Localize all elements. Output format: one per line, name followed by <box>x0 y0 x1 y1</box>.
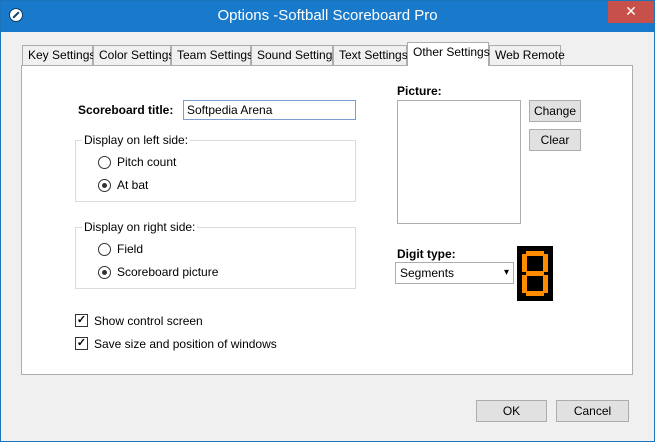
picture-label: Picture: <box>397 84 442 98</box>
window-title: Options -Softball Scoreboard Pro <box>217 7 438 24</box>
field-label[interactable]: Field <box>117 242 143 256</box>
right-side-group-label: Display on right side: <box>82 220 198 234</box>
picture-preview <box>397 100 521 224</box>
pitch-count-label[interactable]: Pitch count <box>117 155 176 169</box>
change-picture-button[interactable]: Change <box>529 100 581 122</box>
scoreboard-picture-radio[interactable] <box>98 266 111 279</box>
save-window-position-checkbox[interactable]: ✓ <box>75 337 88 350</box>
ok-button[interactable]: OK <box>476 400 547 422</box>
segment-top <box>526 251 544 256</box>
at-bat-radio[interactable] <box>98 179 111 192</box>
at-bat-label[interactable]: At bat <box>117 178 148 192</box>
tab-key-settings[interactable]: Key Settings <box>22 45 95 65</box>
tab-text-settings[interactable]: Text Settings <box>333 45 408 65</box>
clear-picture-button[interactable]: Clear <box>529 129 581 151</box>
left-side-group: Display on left side: Pitch count At bat <box>75 133 356 202</box>
field-radio[interactable] <box>98 243 111 256</box>
scoreboard-title-input[interactable] <box>187 103 352 117</box>
pitch-count-radio[interactable] <box>98 156 111 169</box>
save-window-position-label[interactable]: Save size and position of windows <box>94 337 277 351</box>
digit-type-select[interactable]: Segments ▾ <box>395 262 514 284</box>
scoreboard-picture-label[interactable]: Scoreboard picture <box>117 265 218 279</box>
digit-type-label: Digit type: <box>397 247 456 261</box>
options-window: Options -Softball Scoreboard Pro ✕ Key S… <box>0 0 655 442</box>
tab-color-settings[interactable]: Color Settings <box>93 45 174 65</box>
tab-team-settings[interactable]: Team Settings <box>171 45 253 65</box>
scoreboard-title-label: Scoreboard title: <box>78 103 174 117</box>
cancel-button[interactable]: Cancel <box>556 400 629 422</box>
segment-top-left <box>522 254 527 272</box>
title-bar: Options -Softball Scoreboard Pro ✕ <box>1 1 654 32</box>
show-control-screen-label[interactable]: Show control screen <box>94 314 203 328</box>
close-button[interactable]: ✕ <box>608 1 654 23</box>
show-control-screen-checkbox[interactable]: ✓ <box>75 314 88 327</box>
digit-type-value: Segments <box>400 266 455 280</box>
scoreboard-title-field[interactable] <box>183 100 356 120</box>
other-settings-panel: Scoreboard title: Display on left side: … <box>21 65 633 375</box>
chevron-down-icon: ▾ <box>503 267 509 278</box>
segment-bottom <box>526 291 544 296</box>
seven-segment-digit-preview <box>517 246 553 301</box>
segment-middle <box>526 271 544 276</box>
tab-other-settings[interactable]: Other Settings <box>407 42 490 66</box>
right-side-group: Display on right side: Field Scoreboard … <box>75 220 356 289</box>
left-side-group-label: Display on left side: <box>82 133 191 147</box>
segment-top-right <box>543 254 548 272</box>
tab-sound-settings[interactable]: Sound Settings <box>251 45 338 65</box>
tab-web-remote[interactable]: Web Remote <box>489 45 565 65</box>
